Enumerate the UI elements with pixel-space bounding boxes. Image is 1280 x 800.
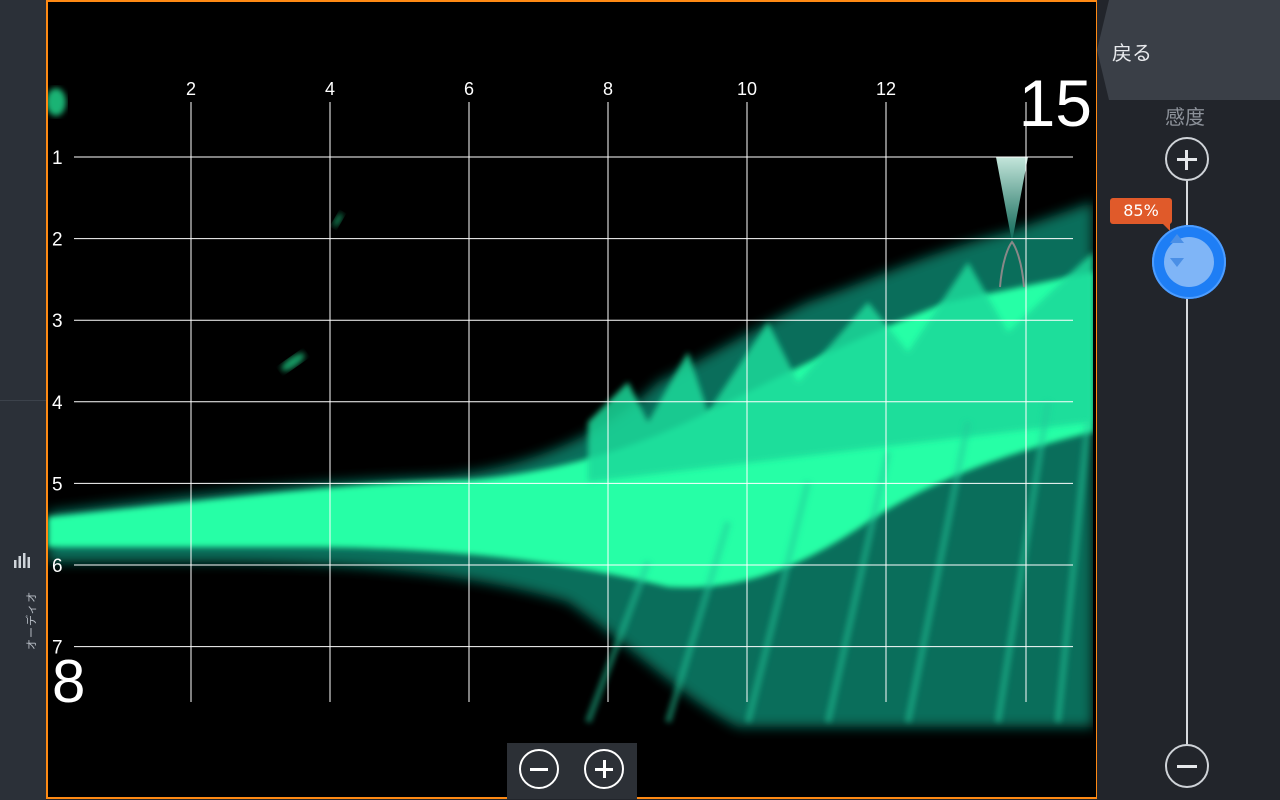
y-tick-label: 4 [52,393,63,414]
gain-decrease-button[interactable] [1165,744,1209,788]
sonar-echo-graph: 2 4 6 8 10 121234567 [48,79,1093,727]
right-panel: 戻る 感度 85% [1097,0,1280,800]
x-tick-label: 2 [186,79,196,99]
zoom-controls [507,743,637,799]
zoom-in-button[interactable] [584,749,624,789]
back-button-label: 戻る [1112,41,1152,65]
gain-label: 感度 [1165,105,1205,129]
left-sidebar: オーディオ [0,0,46,800]
gain-increase-button[interactable] [1165,137,1209,181]
echo-returns [48,88,1093,727]
y-tick-label: 3 [52,311,63,332]
minus-icon [1177,765,1197,768]
y-tick-label: 2 [52,230,63,251]
sidebar-divider [0,400,46,401]
plus-icon-vertical [1185,150,1188,170]
zoom-out-button[interactable] [519,749,559,789]
minus-circle-icon [530,768,548,771]
audio-tab-label: オーディオ [25,590,38,650]
x-tick-label: 8 [603,79,613,99]
gain-value-badge: 85% [1110,198,1172,231]
x-tick-label: 12 [876,79,896,99]
y-tick-label: 5 [52,474,63,495]
gain-slider-knob[interactable] [1152,225,1226,299]
sonar-display[interactable]: 2 4 6 8 10 12 1 2 3 4 5 6 7 8 15 [46,0,1099,799]
x-tick-label: 10 [737,79,757,99]
y-tick-label: 1 [52,148,63,169]
range-start-label: 8 [52,648,86,715]
x-tick-label: 6 [464,79,474,99]
audio-bars-icon [14,553,30,568]
plus-vertical-stroke [603,760,606,778]
range-end-label: 15 [1018,66,1092,140]
audio-tab[interactable]: オーディオ [6,550,40,660]
chevron-up-icon [1170,234,1184,243]
x-tick-label: 4 [325,79,335,99]
back-button[interactable]: 戻る [1097,0,1280,100]
chevron-down-icon [1170,258,1184,267]
y-tick-label: 6 [52,556,63,577]
